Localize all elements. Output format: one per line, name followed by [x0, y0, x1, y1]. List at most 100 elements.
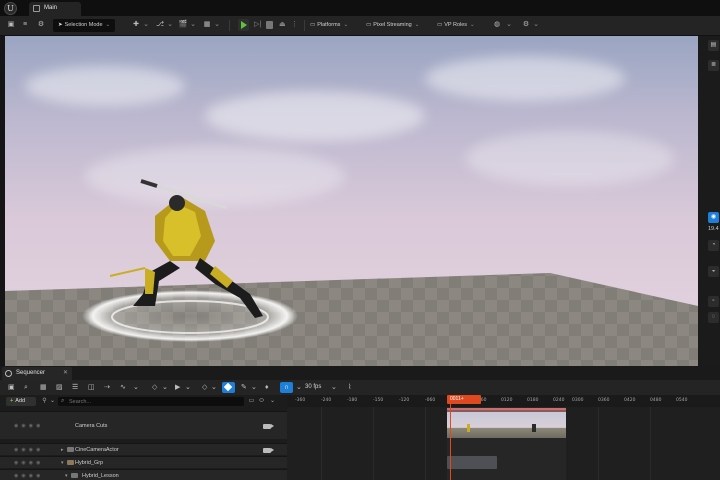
- track-row[interactable]: ◉◉◉◉ ▾ Hybrid_Lesson: [0, 469, 287, 480]
- arrow-icon[interactable]: ⇢: [104, 382, 110, 393]
- tab-main[interactable]: Main: [29, 2, 81, 16]
- animation-section[interactable]: [447, 456, 497, 469]
- curve-icon[interactable]: ∿: [120, 382, 126, 393]
- settings-icon[interactable]: ⚙: [36, 20, 46, 30]
- chevron-down-icon[interactable]: ⌄: [296, 382, 302, 393]
- chevron-down-icon[interactable]: ⌄: [185, 382, 191, 393]
- visibility-icon[interactable]: ◇: [152, 382, 157, 393]
- chevron-down-icon[interactable]: ⌄: [531, 20, 541, 30]
- add-actor-icon[interactable]: ✚: [131, 20, 141, 30]
- close-icon[interactable]: ✕: [63, 369, 68, 376]
- chevron-down-icon[interactable]: ▾: [61, 460, 64, 466]
- cinematics-icon[interactable]: 🎬: [178, 20, 188, 30]
- panel-icon[interactable]: ◌: [708, 312, 719, 323]
- marker-icon[interactable]: ♦: [265, 382, 269, 393]
- time-ruler[interactable]: -360 -240 -180 -150 -120 -060 0000 0060 …: [287, 395, 720, 407]
- chevron-down-icon[interactable]: ⌄: [165, 20, 175, 30]
- chevron-down-icon[interactable]: ⌄: [251, 382, 257, 393]
- ruler-tick: 0540: [676, 398, 688, 403]
- play-button[interactable]: [238, 19, 249, 31]
- pixel-streaming-icon: ▭: [366, 22, 372, 28]
- add-track-button[interactable]: + Add: [6, 397, 36, 406]
- track-label: CineCameraActor: [75, 447, 119, 453]
- chevron-down-icon[interactable]: ⌄: [162, 382, 168, 393]
- playhead-frame-label[interactable]: 0011+: [447, 395, 481, 404]
- track-visibility-icons[interactable]: ◉◉◉◉: [14, 460, 43, 466]
- editor-settings-icon[interactable]: ⚙: [521, 20, 531, 30]
- pencil-icon[interactable]: ✎: [241, 382, 247, 393]
- panel-icon[interactable]: ▤: [708, 40, 719, 51]
- track-row[interactable]: ◉◉◉◉ Camera Cuts: [0, 411, 287, 439]
- link-icon[interactable]: ⬭: [257, 397, 266, 406]
- chevron-down-icon[interactable]: ⌄: [212, 20, 222, 30]
- platforms-dropdown[interactable]: ▭ Platforms ⌄: [310, 19, 348, 32]
- level-viewport[interactable]: [5, 36, 698, 366]
- panel-icon[interactable]: ≣: [708, 60, 719, 71]
- step-forward-icon[interactable]: ▷|: [254, 21, 261, 29]
- camera-cut-section[interactable]: [447, 408, 566, 438]
- stop-button[interactable]: [266, 21, 273, 29]
- platforms-label: Platforms: [317, 22, 341, 28]
- chevron-down-icon[interactable]: ⌄: [48, 397, 57, 406]
- track-row[interactable]: ◉◉◉◉ ▸ CineCameraActor: [0, 443, 287, 455]
- grid-line: [425, 407, 426, 480]
- save-icon[interactable]: ▣: [8, 382, 15, 393]
- key-icon[interactable]: ◇: [202, 382, 207, 393]
- save-icon[interactable]: ▣: [6, 20, 16, 30]
- add-track-label: Add: [15, 398, 26, 404]
- chevron-down-icon[interactable]: ⌄: [268, 397, 277, 406]
- track-visibility-icons[interactable]: ◉◉◉◉: [14, 447, 43, 453]
- content-browser-icon[interactable]: ≡: [20, 20, 30, 30]
- chevron-down-icon[interactable]: ⌄: [504, 20, 514, 30]
- track-search-box[interactable]: ⌕: [58, 397, 244, 406]
- selection-mode-dropdown[interactable]: ➤ Selection Mode ⌄: [53, 19, 116, 32]
- panel-icon[interactable]: ◔: [708, 240, 719, 251]
- chevron-down-icon[interactable]: ⌄: [188, 20, 198, 30]
- track-search-input[interactable]: [69, 397, 239, 406]
- tab-sequencer[interactable]: Sequencer ✕: [2, 367, 72, 380]
- camera-actor-icon: [67, 447, 74, 452]
- lock-icon[interactable]: ▭: [247, 397, 256, 406]
- skeletal-mesh-icon: [71, 473, 78, 478]
- more-icon[interactable]: ⋮: [291, 21, 298, 29]
- sequencer-timeline[interactable]: -360 -240 -180 -150 -120 -060 0000 0060 …: [287, 395, 720, 480]
- chevron-down-icon[interactable]: ⌄: [133, 382, 139, 393]
- tab-main-label: Main: [44, 5, 58, 11]
- render-icon[interactable]: ▨: [56, 382, 63, 393]
- list-icon[interactable]: ☰: [72, 382, 78, 393]
- vp-roles-dropdown[interactable]: ▭ VP Roles ⌄: [437, 19, 475, 32]
- search-icon: ⌕: [61, 398, 65, 404]
- frame-rate-dropdown[interactable]: 30 fps: [305, 382, 321, 393]
- blueprint-icon[interactable]: ⎇: [155, 20, 165, 30]
- ruler-tick: 0240: [553, 398, 565, 403]
- film-icon[interactable]: ▦: [40, 382, 47, 393]
- selection-mode-label: Selection Mode: [64, 22, 103, 28]
- eject-icon[interactable]: ⏏: [279, 21, 286, 29]
- track-visibility-icons[interactable]: ◉◉◉◉: [14, 473, 43, 479]
- chevron-down-icon[interactable]: ⌄: [211, 382, 217, 393]
- track-label: Hybrid_Grp: [75, 460, 104, 466]
- play-range-icon[interactable]: ▶: [175, 382, 180, 393]
- curve-editor-icon[interactable]: ⌇: [348, 382, 351, 393]
- build-icon[interactable]: ▦: [202, 20, 212, 30]
- ruler-tick: -240: [321, 398, 332, 403]
- chevron-down-icon[interactable]: ⌄: [141, 20, 151, 30]
- camera-icon[interactable]: ◫: [88, 382, 95, 393]
- magnet-snap-button[interactable]: ∩: [280, 382, 293, 393]
- panel-icon[interactable]: ▫: [708, 296, 719, 307]
- source-control-icon[interactable]: ◍: [492, 20, 502, 30]
- ruler-tick: 0360: [598, 398, 610, 403]
- ruler-tick: -180: [347, 398, 358, 403]
- field-value[interactable]: 19.4: [708, 226, 719, 232]
- panel-icon[interactable]: ◒: [708, 266, 719, 277]
- pixel-streaming-dropdown[interactable]: ▭ Pixel Streaming ⌄: [366, 19, 419, 32]
- track-row[interactable]: ◉◉◉◉ ▾ Hybrid_Grp: [0, 456, 287, 468]
- track-visibility-icons[interactable]: ◉◉◉◉: [14, 423, 43, 429]
- eye-icon[interactable]: ◉: [708, 212, 719, 223]
- chevron-down-icon[interactable]: ▾: [65, 473, 68, 479]
- snap-toggle-button[interactable]: [222, 382, 235, 393]
- unreal-logo-icon[interactable]: U: [4, 2, 17, 15]
- search-icon[interactable]: ⌕: [24, 382, 28, 393]
- chevron-down-icon[interactable]: ⌄: [331, 382, 337, 393]
- chevron-right-icon[interactable]: ▸: [61, 447, 64, 453]
